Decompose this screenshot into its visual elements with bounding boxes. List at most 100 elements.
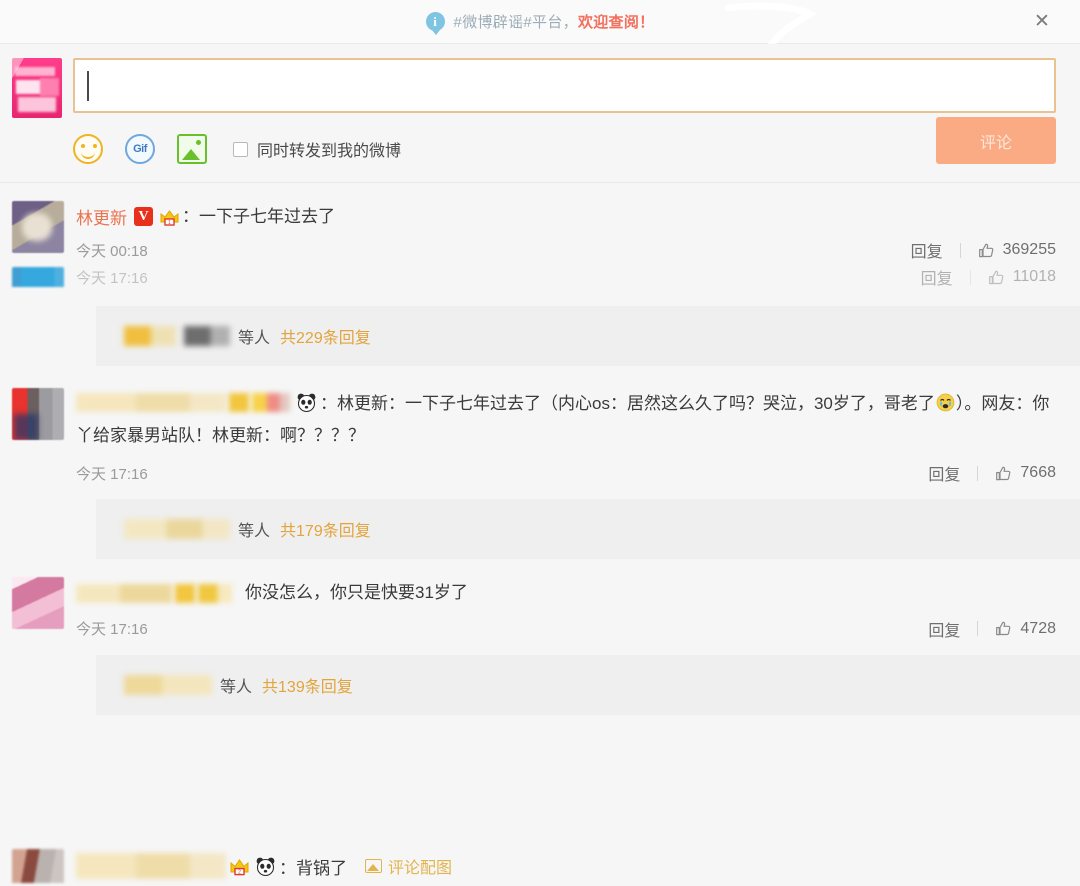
blurred-username[interactable] xyxy=(76,393,226,413)
reply-summary-suffix: 等人 xyxy=(238,523,271,541)
like-button[interactable]: 11018 xyxy=(988,268,1056,286)
comment-text-block: 2 ：背锅了 评论配图 xyxy=(76,853,452,879)
comment-item: ：林更新：一下子七年过去了（内心os：居然这么久了吗？哭泣，30岁了，哥老了 ）… xyxy=(0,366,1080,485)
reply-summary-strip[interactable]: 等人 共179条回复 xyxy=(96,499,1080,560)
comment-colon: ： xyxy=(279,858,296,878)
action-divider xyxy=(969,269,971,285)
like-count: 11018 xyxy=(1012,268,1056,286)
comment-colon: ： xyxy=(320,394,337,414)
verified-badge-icon[interactable]: V xyxy=(134,207,153,227)
comment-header: 林更新 V 1 ： 一下子七年过去了 xyxy=(76,201,1056,232)
notice-banner-text: #微博辟谣#平台，欢迎查阅！ xyxy=(454,11,655,32)
comment-input-wrapper[interactable] xyxy=(73,58,1056,113)
blurred-username xyxy=(124,519,230,540)
reply-button[interactable]: 回复 xyxy=(921,265,953,289)
crown-badge-icon[interactable]: 1 xyxy=(159,207,180,226)
comment-actions: 回复 369255 xyxy=(911,238,1056,262)
blurred-username[interactable] xyxy=(175,583,195,603)
blurred-username[interactable] xyxy=(76,583,172,603)
comment-timestamp: 今天 17:16 xyxy=(76,465,148,483)
comment-image-link-label: 评论配图 xyxy=(388,860,453,877)
thumbs-up-icon xyxy=(995,465,1012,482)
comment-text: 你没怎么，你只是快要31岁了 xyxy=(245,583,468,603)
weibo-comment-panel: i #微博辟谣#平台，欢迎查阅！ ✕ Gif 同时转发到我的微博 评论 林更新 … xyxy=(0,0,1080,886)
blurred-username xyxy=(124,326,176,347)
comment-item: 你没怎么，你只是快要31岁了 今天 17:16 回复 4728 xyxy=(0,559,1080,640)
comment-meta: 今天 17:16 回复 7668 xyxy=(76,461,1056,485)
svg-text:1: 1 xyxy=(168,220,171,226)
blurred-username[interactable] xyxy=(198,583,232,603)
comment-timestamp: 今天 00:18 xyxy=(76,242,148,260)
comment-list: 林更新 V 1 ： 一下子七年过去了 今天 00:18 回复 369255 今天… xyxy=(0,183,1080,715)
reply-summary-suffix: 等人 xyxy=(220,678,253,696)
comment-colon: ： xyxy=(182,207,199,226)
composer-input-row xyxy=(12,58,1056,118)
submit-comment-button[interactable]: 评论 xyxy=(936,117,1056,164)
comment-actions: 回复 7668 xyxy=(928,461,1056,485)
like-count: 7668 xyxy=(1020,464,1056,482)
comment-input[interactable] xyxy=(87,70,1042,101)
thumbs-up-icon xyxy=(988,269,1005,286)
avatar[interactable] xyxy=(12,849,64,883)
avatar[interactable] xyxy=(12,58,62,118)
notice-text-main: #微博辟谣#平台， xyxy=(453,14,578,31)
view-all-replies-link[interactable]: 共139条回复 xyxy=(262,673,353,697)
comment-text: 背锅了 xyxy=(296,858,347,878)
comment-text: 林更新：一下子七年过去了（内心os：居然这么久了吗？哭泣，30岁了，哥老了 xyxy=(337,394,935,414)
reply-summary-strip[interactable]: 等人 共229条回复 xyxy=(96,306,1080,367)
like-count: 4728 xyxy=(1020,619,1056,637)
action-divider xyxy=(977,621,979,637)
image-icon xyxy=(365,859,382,873)
panda-emoji-icon xyxy=(255,856,276,877)
avatar[interactable] xyxy=(12,577,64,630)
comment-meta: 今天 00:18 回复 369255 xyxy=(76,238,1056,262)
composer-toolbar: Gif 同时转发到我的微博 xyxy=(73,134,1056,164)
like-count: 369255 xyxy=(1002,241,1056,259)
reply-summary-strip[interactable]: 等人 共139条回复 xyxy=(96,654,1080,715)
like-button[interactable]: 369255 xyxy=(978,241,1056,259)
crying-emoji-icon xyxy=(936,391,955,412)
avatar[interactable] xyxy=(12,388,64,441)
notice-text-highlight[interactable]: 欢迎查阅！ xyxy=(578,14,655,31)
panda-emoji-icon xyxy=(296,392,317,413)
like-button[interactable]: 4728 xyxy=(995,620,1056,638)
checkbox-box[interactable] xyxy=(233,141,248,157)
view-all-replies-link[interactable]: 共229条回复 xyxy=(280,324,371,348)
comment-meta: 今天 17:16 回复 4728 xyxy=(76,617,1056,641)
comment-image-link[interactable]: 评论配图 xyxy=(365,854,452,878)
blurred-username[interactable] xyxy=(76,853,226,879)
emoji-icon[interactable] xyxy=(73,134,103,164)
avatar[interactable] xyxy=(12,267,64,288)
reply-button[interactable]: 回复 xyxy=(928,617,960,641)
view-all-replies-link[interactable]: 共179条回复 xyxy=(280,517,371,541)
repost-checkbox[interactable]: 同时转发到我的微博 xyxy=(233,137,401,161)
reply-summary-suffix: 等人 xyxy=(238,330,271,348)
comment-header: 你没怎么，你只是快要31岁了 xyxy=(76,577,1056,608)
notice-banner-content: i #微博辟谣#平台，欢迎查阅！ xyxy=(425,11,655,35)
comment-item-clipped: 今天 17:16 回复 11018 xyxy=(0,262,1080,292)
action-divider xyxy=(977,465,979,481)
reply-button[interactable]: 回复 xyxy=(911,238,943,262)
reply-button[interactable]: 回复 xyxy=(928,461,960,485)
comment-composer: Gif 同时转发到我的微博 评论 xyxy=(0,44,1080,183)
avatar[interactable] xyxy=(12,201,64,253)
gif-icon[interactable]: Gif xyxy=(125,134,155,164)
svg-text:2: 2 xyxy=(238,870,241,876)
comment-text: 一下子七年过去了 xyxy=(199,207,335,226)
blurred-username[interactable] xyxy=(229,393,249,413)
comment-author[interactable]: 林更新 xyxy=(76,204,127,229)
comment-text-block: ：林更新：一下子七年过去了（内心os：居然这么久了吗？哭泣，30岁了，哥老了 ）… xyxy=(76,388,1056,451)
blurred-username[interactable] xyxy=(252,393,290,413)
close-icon[interactable]: ✕ xyxy=(1030,10,1054,34)
blurred-username xyxy=(124,674,212,695)
image-icon[interactable] xyxy=(177,134,207,164)
like-button[interactable]: 7668 xyxy=(995,464,1056,482)
comment-body: ：林更新：一下子七年过去了（内心os：居然这么久了吗？哭泣，30岁了，哥老了 ）… xyxy=(76,388,1056,485)
thumbs-up-icon xyxy=(995,620,1012,637)
comment-item-clipped-bottom: 2 ：背锅了 评论配图 xyxy=(0,846,1080,886)
action-divider xyxy=(959,242,961,258)
text-caret xyxy=(87,71,89,101)
comment-timestamp: 今天 17:16 xyxy=(76,621,148,639)
crown-badge-icon[interactable]: 2 xyxy=(229,856,250,876)
blurred-username xyxy=(184,326,230,347)
